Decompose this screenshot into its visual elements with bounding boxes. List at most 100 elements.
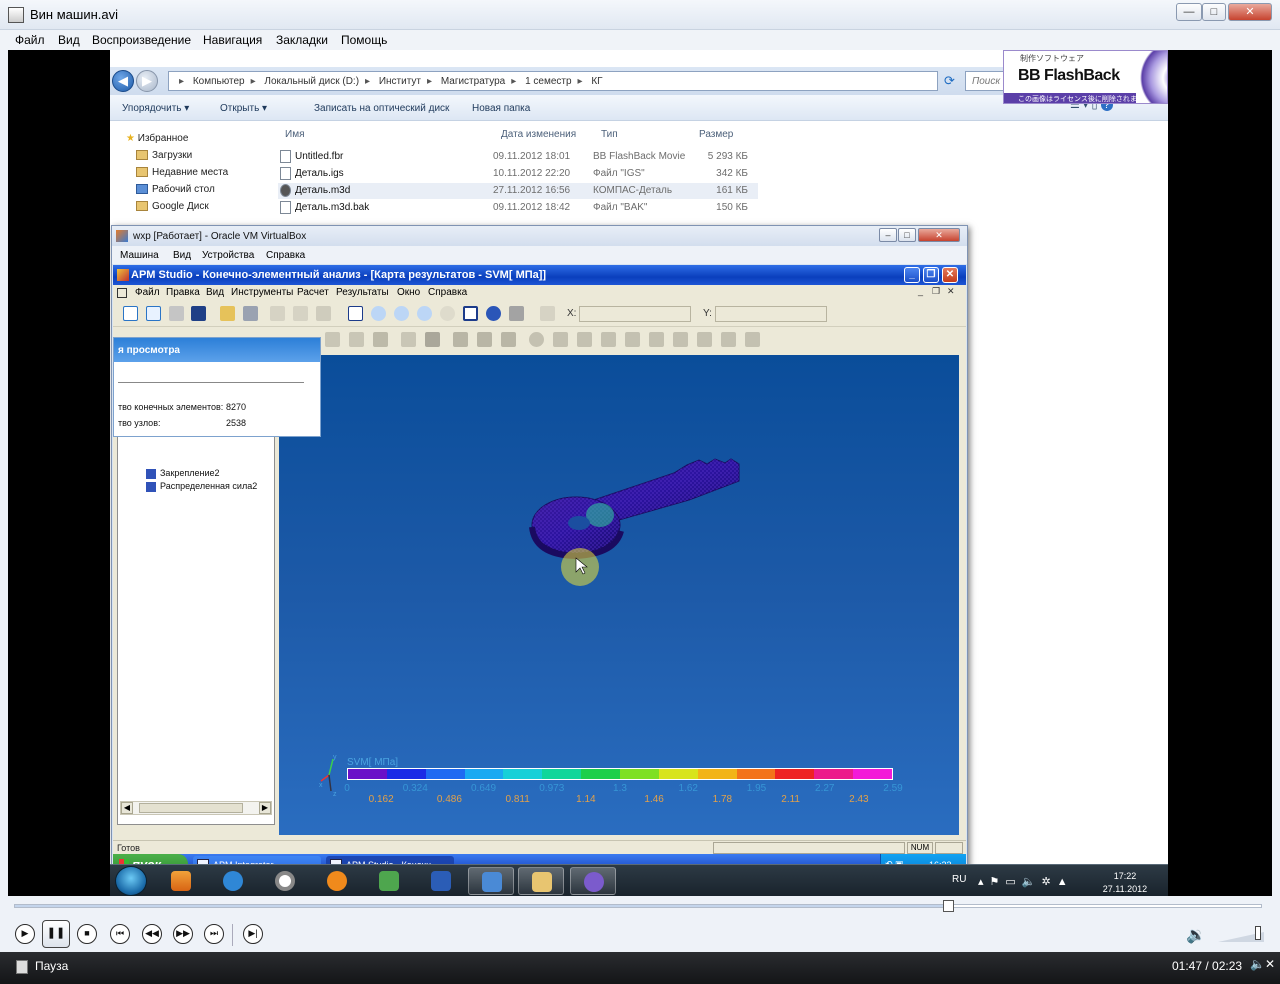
close-button[interactable]: ✕ [1228,3,1272,21]
apm-restore-button[interactable]: ❐ [923,267,939,283]
apm-menu-results[interactable]: Результаты [336,287,389,298]
tray-icons[interactable]: ▴⚑▭🔈✲▲ [978,875,1074,888]
arrow-icon[interactable] [577,332,592,347]
zoom-out-icon[interactable] [417,306,432,321]
open-button[interactable]: Открыть ▾ [220,103,267,114]
sun-icon[interactable] [529,332,544,347]
volume-thumb[interactable] [1255,926,1262,940]
language-indicator[interactable]: RU [952,874,966,885]
vbox-menu-machine[interactable]: Машина [120,250,159,261]
force-icon[interactable] [401,332,416,347]
copy-icon[interactable] [293,306,308,321]
rewind-button[interactable]: ◀◀ [142,924,162,944]
shell-icon[interactable] [501,332,516,347]
key-model[interactable] [279,355,959,755]
menu-navigation[interactable]: Навигация [203,33,262,47]
mute-icon[interactable]: 🔈✕ [1250,957,1275,971]
col-size[interactable]: Размер [699,129,733,140]
col-date[interactable]: Дата изменения [501,129,576,140]
scroll-right-icon[interactable]: ▶ [259,802,271,814]
paste-icon[interactable] [316,306,331,321]
play-button[interactable]: ▶ [15,924,35,944]
volume-icon[interactable]: 🔉 [1186,925,1206,945]
pause-button[interactable]: ❚❚ [42,920,70,948]
open-folder-icon[interactable] [220,306,235,321]
new-folder-button[interactable]: Новая папка [472,103,530,114]
taskbar-virtualbox[interactable] [468,867,514,895]
back-icon[interactable]: ◀ [112,70,134,92]
win7-start-button[interactable] [115,866,147,896]
support-icon[interactable] [373,332,388,347]
seek-bar[interactable] [14,904,1262,908]
taskbar-explorer[interactable] [518,867,564,895]
col-type[interactable]: Тип [601,129,618,140]
breadcrumb[interactable]: ▸ Компьютер ▸ Локальный диск (D:) ▸ Инстит… [168,71,938,91]
nav-desktop[interactable]: Рабочий стол [136,184,215,195]
apm-menu-tools[interactable]: Инструменты [231,287,293,298]
cut-icon[interactable] [270,306,285,321]
search-input[interactable]: Поиск [965,71,1005,91]
apm-minimize-button[interactable]: _ [904,267,920,283]
maximize-button[interactable]: □ [1202,3,1226,21]
x-coordinate-field[interactable] [579,306,691,322]
scroll-thumb[interactable] [139,803,243,813]
crumb-institute[interactable]: Институт [379,76,421,87]
new-doc-icon[interactable] [146,306,161,321]
stop-button[interactable]: ■ [77,924,97,944]
view-icon[interactable] [509,306,524,321]
zoom-icon[interactable] [371,306,386,321]
save-icon[interactable] [243,306,258,321]
taskbar-ie[interactable] [210,867,256,895]
zoom-window-icon[interactable] [440,306,455,321]
apm-menu-calc[interactable]: Расчет [297,287,329,298]
tree-item[interactable]: Закрепление2 [146,468,220,479]
col-name[interactable]: Имя [285,129,304,140]
refresh-icon[interactable]: ⟳ [944,73,958,89]
pressure-icon[interactable] [625,332,640,347]
body-icon[interactable] [425,332,440,347]
axis-icon[interactable] [745,332,760,347]
frame-step-button[interactable]: ▶| [243,924,263,944]
crumb-semester[interactable]: 1 семестр [525,76,571,87]
fit-icon[interactable] [463,306,478,321]
select-icon[interactable] [325,332,340,347]
crumb-masters[interactable]: Магистратура [441,76,505,87]
binoculars-icon[interactable] [191,306,206,321]
mdi-close-button[interactable]: ✕ [947,286,955,297]
gear-icon[interactable] [169,306,184,321]
model-viewport[interactable]: y x z SVM[ МПа] 0 0.324 0.649 0.973 1.3 1.62 1… [279,355,959,835]
nav-favorites[interactable]: ★ Избранное [126,133,188,144]
seek-thumb[interactable] [942,900,954,912]
minimize-button[interactable]: — [1176,3,1202,21]
volume-slider[interactable] [1218,926,1264,942]
temperature-icon[interactable] [649,332,664,347]
zoom-in-icon[interactable] [394,306,409,321]
vbox-close-button[interactable]: ✕ [918,228,960,242]
apm-close-button[interactable]: ✕ [942,267,958,283]
scroll-left-icon[interactable]: ◀ [121,802,133,814]
video-frame[interactable]: ◀ ▶ ▸ Компьютер ▸ Локальный диск (D:) ▸ Ин… [8,50,1272,896]
taskbar-apm[interactable] [366,867,412,895]
apm-menu-edit[interactable]: Правка [166,287,200,298]
cube-icon[interactable] [453,332,468,347]
crumb-kg[interactable]: КГ [591,76,602,87]
constraint-icon[interactable] [673,332,688,347]
beam-icon[interactable] [477,332,492,347]
pan-icon[interactable] [348,306,363,321]
organize-button[interactable]: Упорядочить ▾ [122,103,189,114]
vbox-minimize-button[interactable]: – [879,228,897,242]
forward-button[interactable]: ▶▶ [173,924,193,944]
nav-google-drive[interactable]: Google Диск [136,201,209,212]
menu-bookmarks[interactable]: Закладки [276,33,328,47]
ground-icon[interactable] [697,332,712,347]
nav-downloads[interactable]: Загрузки [136,150,192,161]
apm-menu-file[interactable]: Файл [135,287,160,298]
apm-menu-window[interactable]: Окно [397,287,420,298]
crumb-disk[interactable]: Локальный диск (D:) [264,76,359,87]
apm-menu-help[interactable]: Справка [428,287,467,298]
crumb-computer[interactable]: Компьютер [193,76,245,87]
taskbar-avast[interactable] [314,867,360,895]
rotate-icon[interactable] [486,306,501,321]
file-row[interactable]: Деталь.m3d.bak 09.11.2012 18:42 Файл "BAK"… [278,200,758,216]
mdi-minimize-button[interactable]: _ [918,286,923,296]
